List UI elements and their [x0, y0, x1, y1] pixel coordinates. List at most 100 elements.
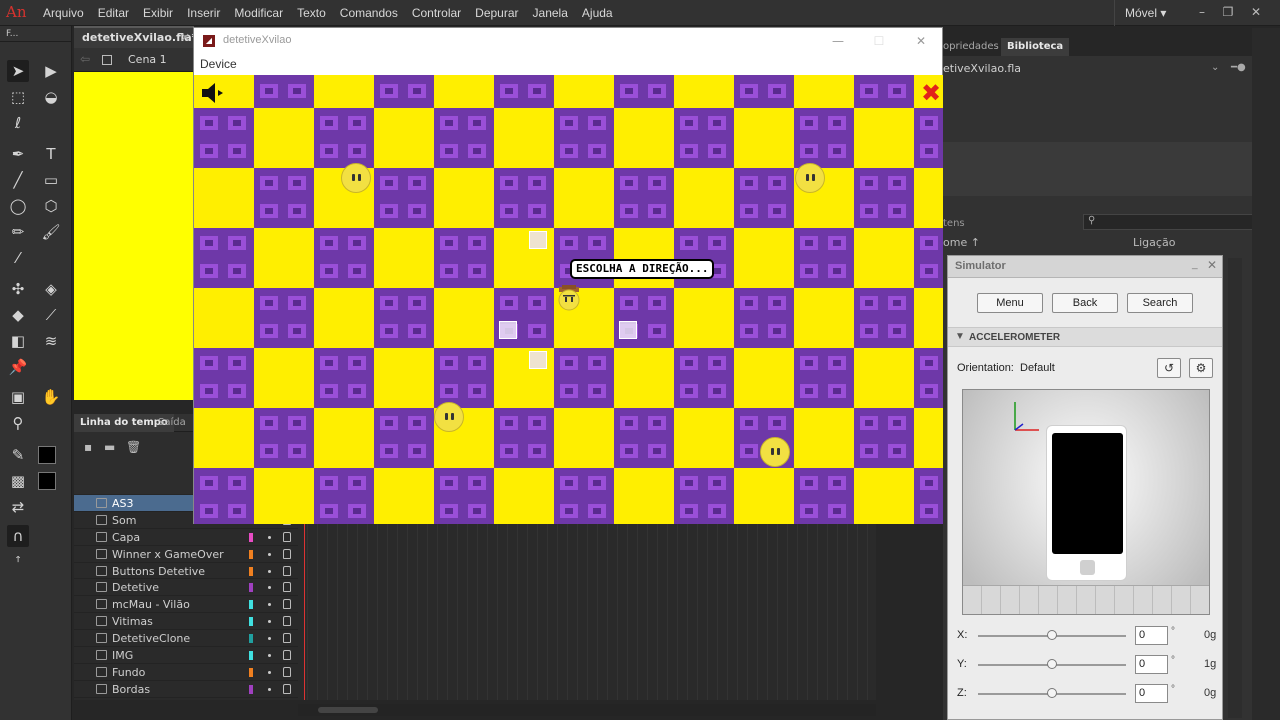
library-column-linkage[interactable]: Ligação: [1133, 236, 1175, 249]
playhead[interactable]: [304, 524, 305, 700]
reset-orientation-icon[interactable]: ↺: [1157, 358, 1181, 378]
eraser-tool-icon[interactable]: ◧: [7, 330, 29, 352]
polystar-tool-icon[interactable]: ⬡: [40, 195, 62, 217]
oval-tool-icon[interactable]: ◯: [7, 195, 29, 217]
lasso-icon[interactable]: ℓ: [7, 112, 29, 134]
detective-character[interactable]: [556, 285, 582, 311]
layer-row[interactable]: Fundo: [74, 664, 298, 681]
library-column-name[interactable]: ome ↑: [943, 236, 980, 249]
3d-rotation-icon[interactable]: ◒: [40, 86, 62, 108]
menu-exibir[interactable]: Exibir: [136, 0, 180, 26]
axis-slider-knob[interactable]: [1047, 688, 1057, 698]
back-button[interactable]: Back: [1052, 293, 1118, 313]
lock-icon[interactable]: [283, 548, 291, 559]
menu-modificar[interactable]: Modificar: [227, 0, 290, 26]
close-icon[interactable]: ✕: [1207, 258, 1217, 272]
layer-color-swatch[interactable]: [249, 583, 253, 593]
minimize-icon[interactable]: –: [1190, 0, 1214, 26]
search-button[interactable]: Search: [1127, 293, 1193, 313]
stroke-color-icon[interactable]: ✎: [7, 444, 29, 466]
direction-marker[interactable]: [619, 321, 637, 339]
camera-tool-icon[interactable]: ▣: [7, 386, 29, 408]
layer-row[interactable]: Winner x GameOver: [74, 546, 298, 563]
layer-color-swatch[interactable]: [249, 617, 253, 627]
pen-tool-icon[interactable]: ✒: [7, 143, 29, 165]
menu-ajuda[interactable]: Ajuda: [575, 0, 620, 26]
visibility-dot-icon[interactable]: [268, 535, 271, 539]
villain-face[interactable]: [341, 163, 371, 193]
rectangle-tool-icon[interactable]: ▭: [40, 169, 62, 191]
lock-icon[interactable]: [283, 666, 291, 677]
eyedropper-icon[interactable]: ⟋: [40, 304, 62, 326]
menu-device[interactable]: Device: [200, 57, 237, 71]
lock-icon[interactable]: [283, 599, 291, 610]
lock-icon[interactable]: [283, 650, 291, 661]
layer-row[interactable]: Bordas: [74, 681, 298, 698]
visibility-dot-icon[interactable]: [268, 603, 271, 607]
minimize-icon[interactable]: _: [1192, 259, 1198, 270]
ink-bottle-icon[interactable]: ◆: [7, 304, 29, 326]
layer-row[interactable]: Capa: [74, 529, 298, 546]
layer-row[interactable]: mcMau - Vilão: [74, 596, 298, 614]
layer-row[interactable]: Detetive: [74, 579, 298, 597]
panel-scrollbar[interactable]: [1228, 258, 1242, 718]
menu-controlar[interactable]: Controlar: [405, 0, 468, 26]
close-icon[interactable]: ✕: [181, 28, 190, 47]
hand-tool-icon[interactable]: ✋: [40, 386, 62, 408]
menu-janela[interactable]: Janela: [526, 0, 575, 26]
tab-properties[interactable]: opriedades: [943, 38, 999, 56]
brush-tool-icon[interactable]: 🖌: [40, 221, 62, 243]
expand-arrow-icon[interactable]: ▼: [955, 331, 965, 342]
pin-tool-icon[interactable]: 📌: [7, 356, 29, 378]
close-icon[interactable]: ✕: [1244, 0, 1268, 26]
accelerometer-section[interactable]: ▼ ACCELEROMETER: [948, 327, 1222, 347]
villain-face[interactable]: [760, 437, 790, 467]
layer-row[interactable]: DetetiveClone: [74, 630, 298, 648]
direction-marker[interactable]: [499, 321, 517, 339]
tab-output[interactable]: Saída: [158, 414, 186, 432]
villain-face[interactable]: [434, 402, 464, 432]
visibility-dot-icon[interactable]: [268, 687, 271, 691]
text-tool-icon[interactable]: T: [40, 143, 62, 165]
lock-icon[interactable]: [283, 633, 291, 644]
tab-library[interactable]: Biblioteca: [1001, 38, 1070, 56]
visibility-dot-icon[interactable]: [268, 569, 271, 573]
lock-icon[interactable]: [283, 683, 291, 694]
layer-row[interactable]: Buttons Detetive: [74, 563, 298, 580]
sound-icon[interactable]: [200, 81, 226, 105]
lock-icon[interactable]: [283, 531, 291, 542]
paint-brush-icon[interactable]: ⁄: [7, 247, 29, 269]
menu-comandos[interactable]: Comandos: [333, 0, 405, 26]
scrollbar-thumb[interactable]: [318, 707, 378, 713]
pencil-tool-icon[interactable]: ✏: [7, 221, 29, 243]
line-tool-icon[interactable]: ╱: [7, 169, 29, 191]
menu-texto[interactable]: Texto: [290, 0, 333, 26]
menu-inserir[interactable]: Inserir: [180, 0, 227, 26]
layer-color-swatch[interactable]: [249, 600, 253, 610]
restore-icon[interactable]: ❐: [1216, 0, 1240, 26]
snap-magnet-icon[interactable]: ∩: [7, 525, 29, 547]
free-transform-icon[interactable]: ⬚: [7, 86, 29, 108]
device-3d-view[interactable]: [962, 389, 1210, 615]
axis-slider-knob[interactable]: [1047, 630, 1057, 640]
timeline-scrollbar[interactable]: [298, 704, 876, 716]
smooth-icon[interactable]: ꜛ: [7, 551, 29, 573]
maximize-icon[interactable]: ☐: [869, 32, 889, 50]
visibility-dot-icon[interactable]: [268, 552, 271, 556]
layer-color-swatch[interactable]: [249, 566, 253, 576]
axis-slider-knob[interactable]: [1047, 659, 1057, 669]
stage[interactable]: [74, 72, 194, 400]
lock-icon[interactable]: [283, 616, 291, 627]
visibility-dot-icon[interactable]: [268, 637, 271, 641]
layer-color-swatch[interactable]: [249, 532, 253, 542]
selection-tool-icon[interactable]: ➤: [7, 60, 29, 82]
axis-value-input[interactable]: 0: [1135, 684, 1168, 703]
direction-marker[interactable]: [529, 351, 547, 369]
visibility-dot-icon[interactable]: [268, 620, 271, 624]
fill-color-icon[interactable]: ▩: [7, 470, 29, 492]
new-layer-icon[interactable]: ▪: [84, 440, 98, 454]
visibility-dot-icon[interactable]: [268, 654, 271, 658]
zoom-tool-icon[interactable]: ⚲: [7, 412, 29, 434]
pin-icon[interactable]: ━●: [1231, 62, 1246, 73]
axis-value-input[interactable]: 0: [1135, 626, 1168, 645]
